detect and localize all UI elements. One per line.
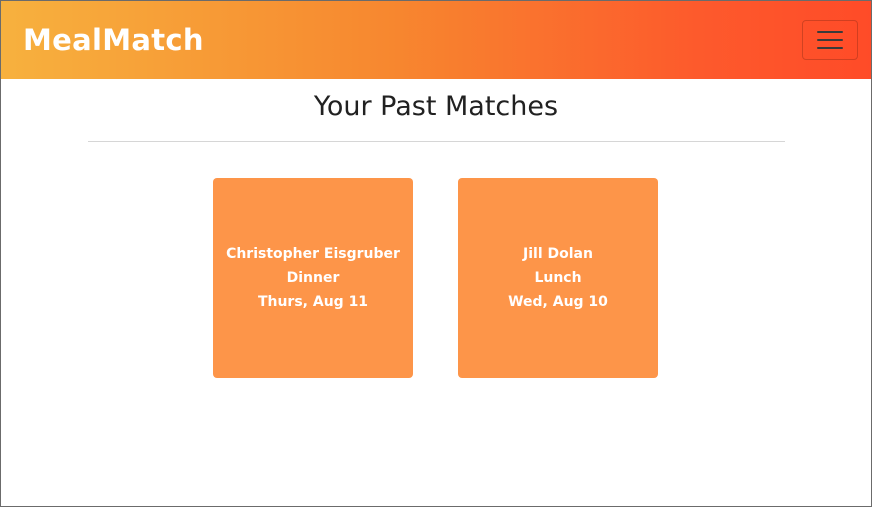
hamburger-menu-icon-bar xyxy=(817,47,843,49)
menu-toggle-button[interactable] xyxy=(802,20,858,60)
match-meal: Lunch xyxy=(534,270,582,286)
divider xyxy=(88,141,785,142)
hamburger-menu-icon-bar xyxy=(817,39,843,41)
page-title: Your Past Matches xyxy=(313,91,559,122)
navbar: MealMatch xyxy=(1,1,871,79)
match-date: Thurs, Aug 11 xyxy=(257,294,369,310)
match-card[interactable]: Jill Dolan Lunch Wed, Aug 10 xyxy=(458,178,658,378)
match-date: Wed, Aug 10 xyxy=(508,294,608,310)
hamburger-menu-icon xyxy=(817,31,843,33)
match-name: Christopher Eisgruber xyxy=(226,246,400,262)
brand-logo[interactable]: MealMatch xyxy=(23,21,204,59)
match-name: Jill Dolan xyxy=(523,246,593,262)
match-meal: Dinner xyxy=(286,270,340,286)
match-card[interactable]: Christopher Eisgruber Dinner Thurs, Aug … xyxy=(213,178,413,378)
